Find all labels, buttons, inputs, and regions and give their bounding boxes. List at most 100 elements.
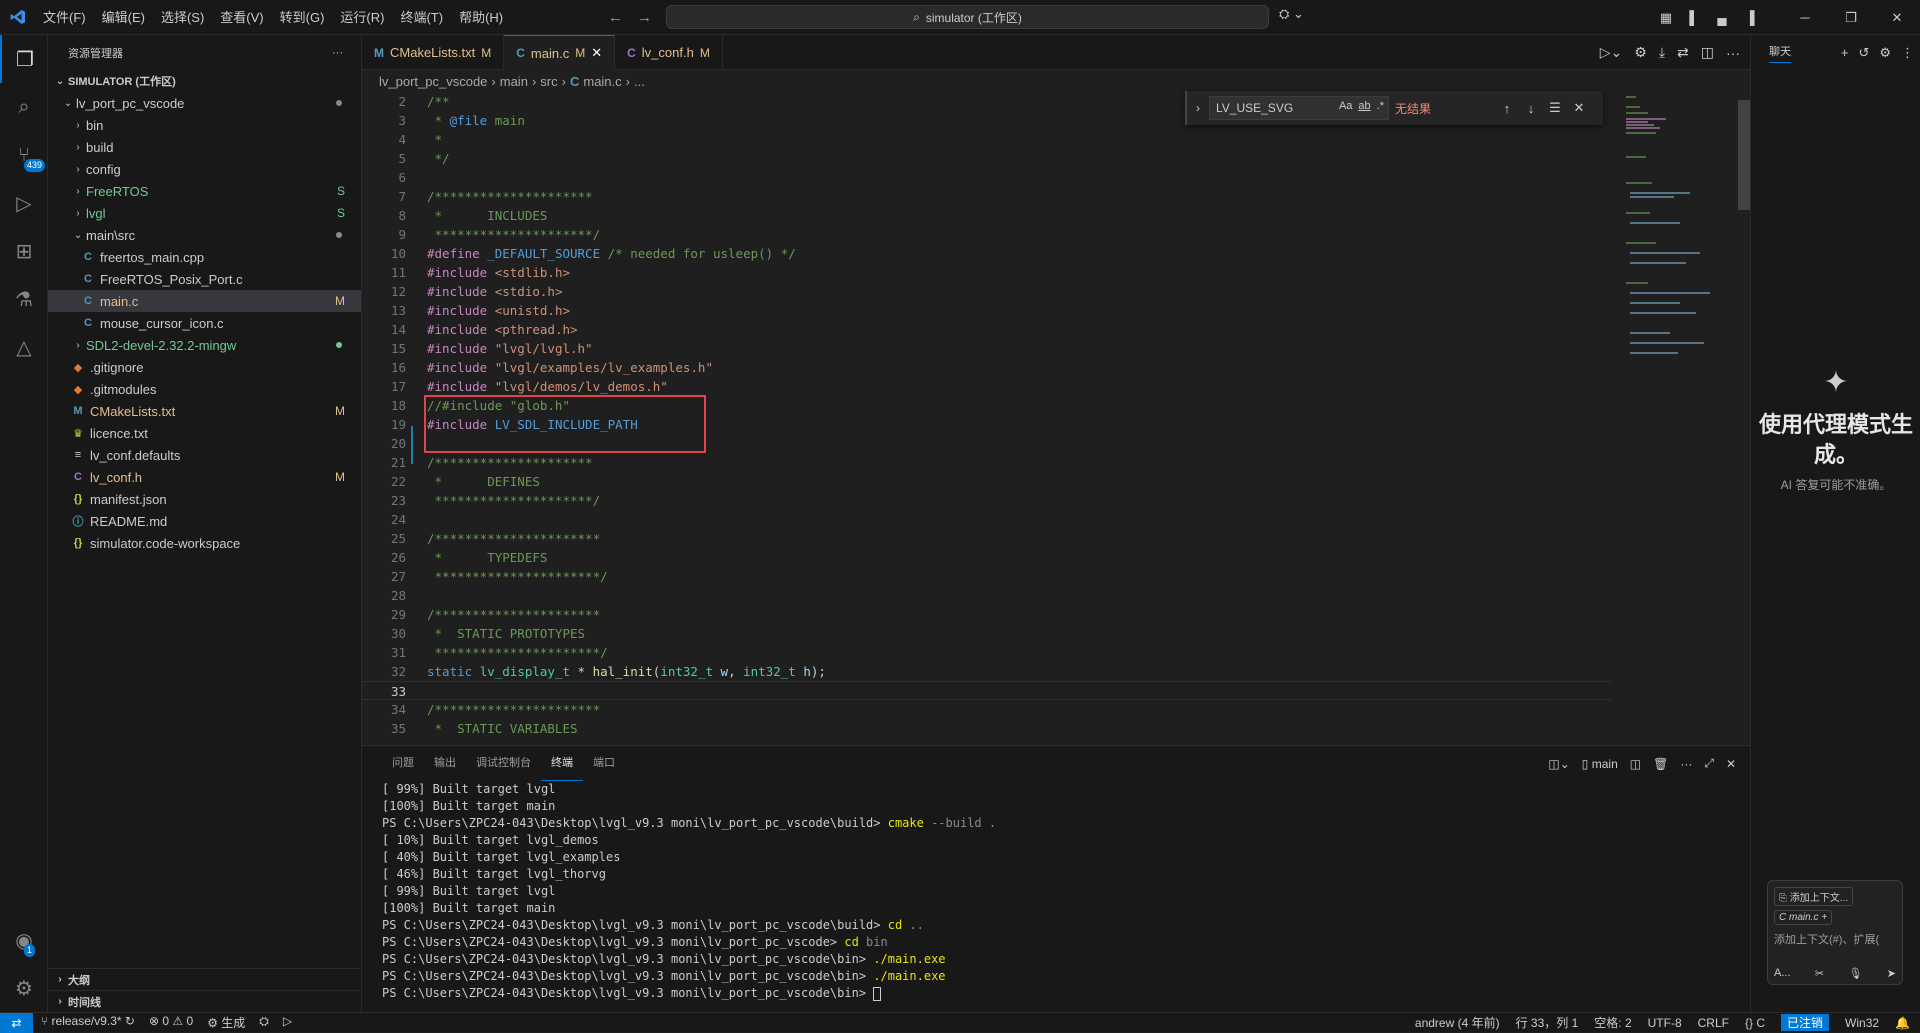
match-word-icon[interactable]: ab	[1358, 100, 1370, 112]
customize-layout-icon[interactable]: ▦	[1652, 10, 1680, 26]
more-actions-icon[interactable]: ···	[1680, 757, 1692, 771]
previous-match-icon[interactable]: ↑	[1495, 101, 1519, 116]
more-actions-icon[interactable]: ⋮	[1901, 45, 1914, 61]
notifications-bell-icon[interactable]: 🔔	[1895, 1016, 1910, 1030]
breadcrumb-item[interactable]: src	[540, 74, 557, 89]
find-input[interactable]: LV_USE_SVG Aa ab .*	[1209, 96, 1389, 120]
tree-item[interactable]: ◆ .gitignore	[48, 356, 361, 378]
tree-item[interactable]: Cfreertos_main.cpp	[48, 246, 361, 268]
tree-item[interactable]: ◆ .gitmodules	[48, 378, 361, 400]
mode-selector[interactable]: A...	[1774, 967, 1791, 980]
menu-item[interactable]: 查看(V)	[212, 0, 271, 35]
tree-item[interactable]: ⌄ main\src	[48, 224, 361, 246]
tree-item[interactable]: Cmouse_cursor_icon.c	[48, 312, 361, 334]
menu-item[interactable]: 文件(F)	[35, 0, 94, 35]
breadcrumb-item[interactable]: lv_port_pc_vscode	[379, 74, 487, 89]
branch-indicator[interactable]: ⑂ release/v9.3* ↻	[41, 1014, 135, 1031]
close-panel-icon[interactable]: ✕	[1726, 757, 1736, 771]
breadcrumb-item[interactable]: ...	[634, 74, 645, 89]
panel-tab[interactable]: 端口	[583, 746, 625, 781]
extensions-icon[interactable]: ⊞	[0, 227, 48, 275]
tree-item[interactable]: › bin	[48, 114, 361, 136]
panel-tab[interactable]: 输出	[424, 746, 466, 781]
minimap[interactable]	[1622, 92, 1738, 382]
tree-item[interactable]: M CMakeLists.txt M	[48, 400, 361, 422]
forward-arrow-icon[interactable]: →	[637, 9, 652, 26]
tree-item[interactable]: › FreeRTOS S	[48, 180, 361, 202]
restore-icon[interactable]: ❐	[1828, 10, 1874, 26]
debug-icon[interactable]: ⛭	[259, 1014, 269, 1031]
tree-item[interactable]: › config	[48, 158, 361, 180]
add-context-button[interactable]: ⎘ 添加上下文...	[1774, 887, 1854, 906]
close-window-icon[interactable]: ✕	[1874, 10, 1920, 26]
outline-section[interactable]: › 大纲	[48, 968, 362, 990]
regex-icon[interactable]: .*	[1377, 100, 1384, 112]
minimize-icon[interactable]: ─	[1782, 10, 1828, 26]
line-endings[interactable]: CRLF	[1698, 1016, 1729, 1030]
run-icon[interactable]: ▷⌄	[1600, 44, 1623, 61]
menu-item[interactable]: 编辑(E)	[94, 0, 153, 35]
toggle-sidebar-icon[interactable]: ▌	[1680, 10, 1708, 25]
menu-item[interactable]: 运行(R)	[332, 0, 392, 35]
platform[interactable]: Win32	[1845, 1016, 1879, 1030]
more-actions-icon[interactable]: ···	[1726, 45, 1740, 61]
tree-item[interactable]: Clv_conf.h M	[48, 466, 361, 488]
tree-item[interactable]: › build	[48, 136, 361, 158]
find-in-selection-icon[interactable]: ☰	[1543, 100, 1567, 116]
language-mode[interactable]: {} C	[1745, 1016, 1765, 1030]
toggle-panel-icon[interactable]: ▄	[1708, 10, 1736, 25]
git-blame[interactable]: andrew (4 年前)	[1415, 1014, 1500, 1031]
run-debug-icon[interactable]: ▷	[0, 179, 48, 227]
panel-tab[interactable]: 调试控制台	[466, 746, 541, 781]
tree-item[interactable]: {} manifest.json	[48, 488, 361, 510]
account-status[interactable]: 已注销	[1781, 1014, 1830, 1031]
problems-indicator[interactable]: ⊗ 0 ⚠ 0	[149, 1014, 193, 1031]
download-icon[interactable]: ⤓	[1659, 44, 1665, 61]
chat-tab[interactable]: 聊天	[1769, 42, 1791, 63]
panel-tab[interactable]: 终端	[541, 746, 583, 781]
build-button[interactable]: ⚙ 生成	[207, 1014, 245, 1031]
file-context-chip[interactable]: C main.c +	[1774, 910, 1833, 925]
close-find-icon[interactable]: ✕	[1567, 100, 1591, 116]
menu-item[interactable]: 选择(S)	[153, 0, 212, 35]
breadcrumb-item[interactable]: main	[500, 74, 528, 89]
tools-icon[interactable]: ✂	[1815, 967, 1824, 980]
gear-icon[interactable]: ⚙	[1879, 45, 1891, 61]
compare-icon[interactable]: ⇄	[1677, 44, 1689, 61]
source-control-icon[interactable]: ⑂ 439	[0, 131, 48, 179]
tab-main-c[interactable]: Cmain.c M ✕	[504, 35, 616, 70]
tree-item[interactable]: › SDL2-devel-2.32.2-mingw	[48, 334, 361, 356]
back-arrow-icon[interactable]: ←	[608, 9, 623, 26]
tree-item[interactable]: ♛ licence.txt	[48, 422, 361, 444]
workspace-section[interactable]: ⌄ SIMULATOR (工作区)	[48, 70, 361, 92]
explorer-icon[interactable]: ❐	[0, 35, 48, 83]
send-icon[interactable]: ➤	[1887, 967, 1896, 980]
terminal-instance[interactable]: ▯ main	[1582, 757, 1618, 771]
trash-icon[interactable]: 🗑	[1653, 757, 1668, 771]
maximize-panel-icon[interactable]: ⤢	[1704, 756, 1714, 771]
split-icon[interactable]: ◫	[1630, 757, 1641, 771]
encoding[interactable]: UTF-8	[1648, 1016, 1682, 1030]
new-chat-icon[interactable]: +	[1841, 45, 1849, 61]
tree-item[interactable]: Cmain.c M	[48, 290, 361, 312]
tree-item[interactable]: ⓘ README.md	[48, 510, 361, 532]
cursor-position[interactable]: 行 33，列 1	[1516, 1014, 1579, 1031]
tab-cmakelists-txt[interactable]: M CMakeLists.txt M	[362, 35, 505, 70]
tree-item[interactable]: C FreeRTOS_Posix_Port.c	[48, 268, 361, 290]
split-terminal-icon[interactable]: ◫⌄	[1548, 757, 1569, 771]
toggle-secondary-sidebar-icon[interactable]: ▐	[1736, 10, 1764, 25]
search-icon[interactable]: ⌕	[0, 83, 48, 131]
run-icon[interactable]: ▷	[283, 1014, 292, 1031]
menu-item[interactable]: 帮助(H)	[451, 0, 511, 35]
terminal[interactable]: [ 99%] Built target lvgl [100%] Built tar…	[362, 781, 1750, 1002]
timeline-section[interactable]: › 时间线	[48, 990, 362, 1012]
microphone-icon[interactable]: 🎙	[1848, 967, 1862, 980]
chat-input[interactable]: ⎘ 添加上下文... C main.c + 添加上下文(#)、扩展( A... …	[1767, 880, 1903, 985]
menu-item[interactable]: 转到(G)	[272, 0, 333, 35]
panel-tab[interactable]: 问题	[382, 746, 424, 781]
gear-icon[interactable]: ⚙	[1634, 44, 1647, 61]
account-icon[interactable]: ◉ 1	[0, 916, 48, 964]
editor-scrollbar[interactable]	[1738, 100, 1750, 210]
more-actions-icon[interactable]: ···	[332, 47, 343, 59]
remote-icon[interactable]: ⇄	[0, 1012, 33, 1033]
